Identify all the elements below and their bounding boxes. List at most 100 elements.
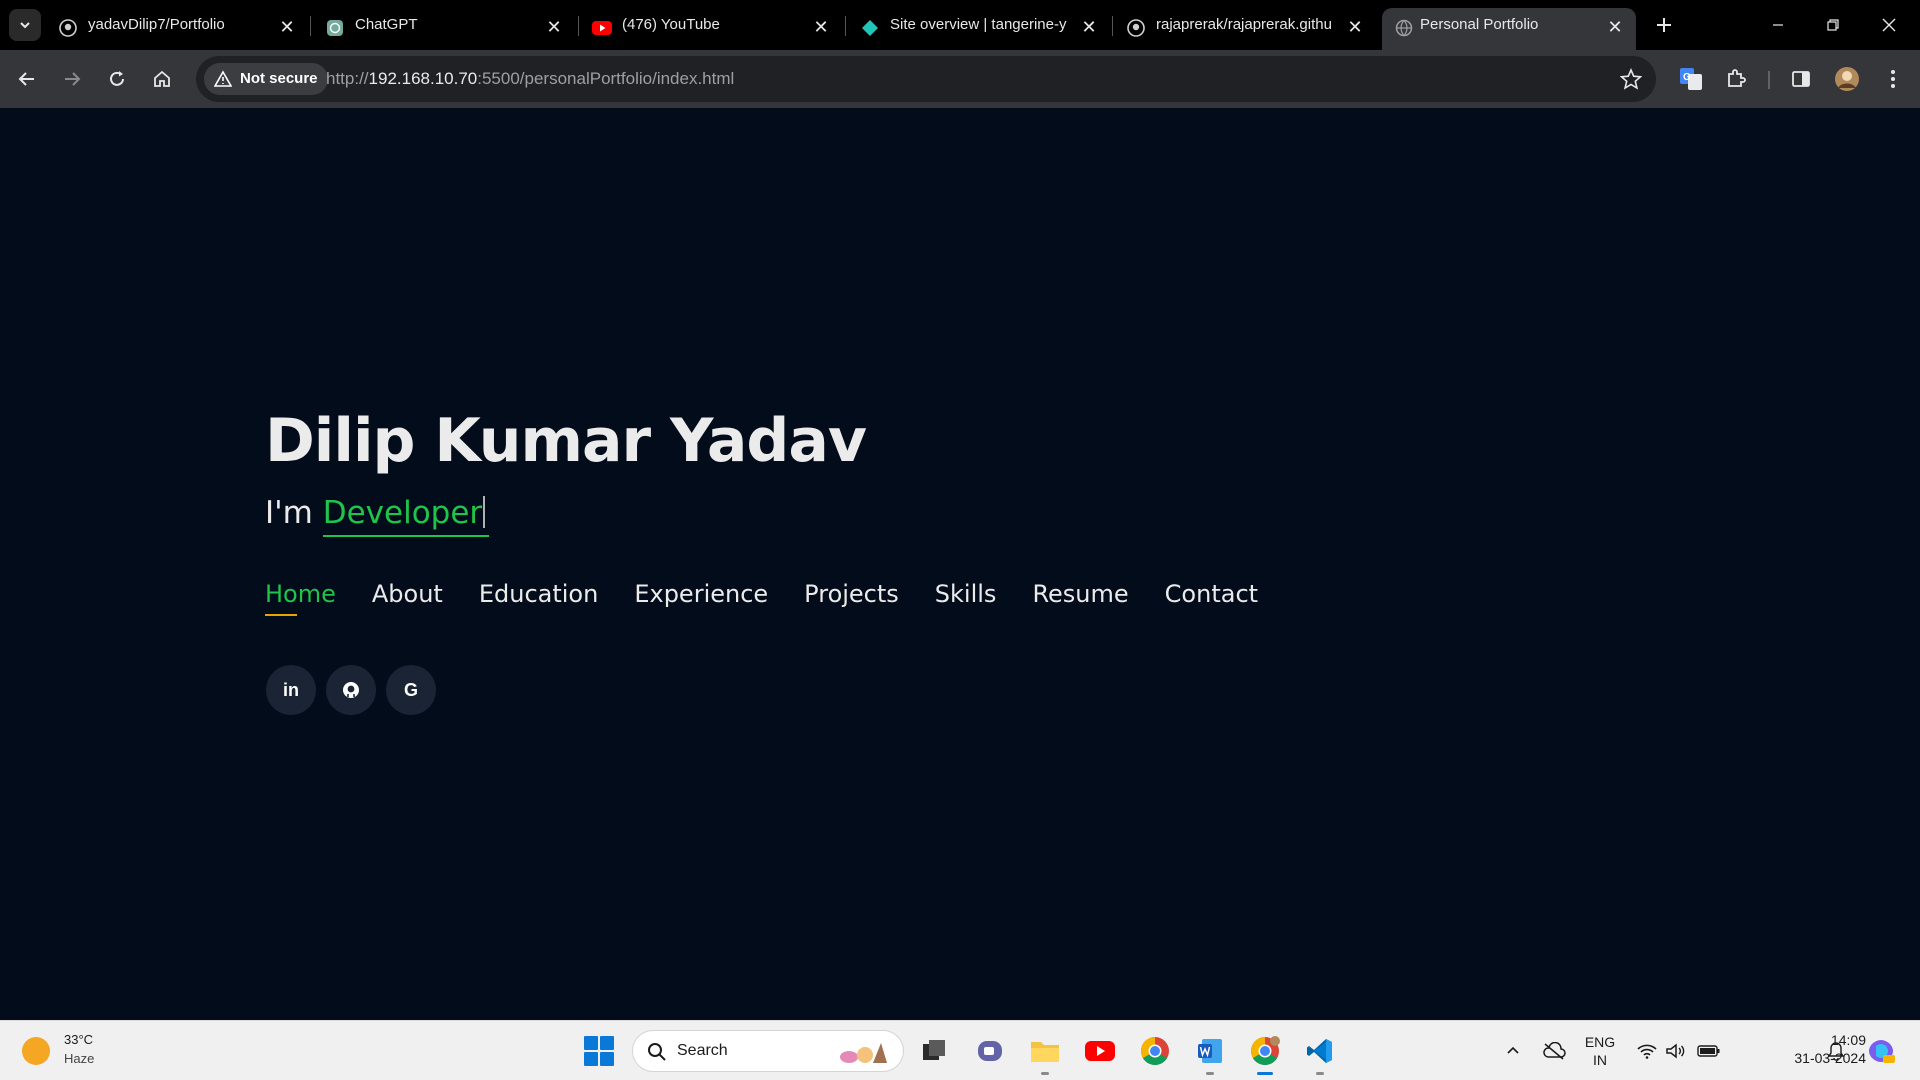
new-tab-button[interactable] bbox=[1651, 12, 1677, 38]
close-icon[interactable]: ✕ bbox=[1604, 16, 1626, 38]
typed-tagline: I'm Developer bbox=[265, 495, 490, 537]
side-panel-button[interactable] bbox=[1787, 65, 1815, 93]
globe-icon bbox=[1394, 18, 1414, 38]
copilot-button[interactable] bbox=[1863, 1021, 1899, 1080]
onedrive-button[interactable] bbox=[1539, 1021, 1569, 1080]
language-code: ENG bbox=[1584, 1034, 1616, 1050]
security-label: Not secure bbox=[240, 70, 318, 87]
home-button[interactable] bbox=[144, 61, 180, 97]
teams-icon bbox=[978, 1041, 1002, 1061]
tagline-prefix: I'm bbox=[265, 495, 313, 531]
home-icon bbox=[154, 70, 170, 87]
svg-text:G: G bbox=[1683, 72, 1691, 83]
teams-chat-button[interactable] bbox=[972, 1033, 1008, 1069]
copilot-icon bbox=[1869, 1040, 1895, 1063]
back-button[interactable] bbox=[9, 61, 45, 97]
tab-title: rajaprerak/rajaprerak.githu bbox=[1156, 16, 1332, 33]
wifi-status[interactable] bbox=[1634, 1021, 1660, 1080]
windows-logo-tile bbox=[584, 1036, 598, 1050]
bookmark-star-icon[interactable] bbox=[1620, 68, 1642, 90]
google-translate-button[interactable]: G bbox=[1677, 65, 1705, 93]
nav-skills[interactable]: Skills bbox=[935, 580, 997, 616]
netlify-icon bbox=[860, 18, 880, 38]
tab-2[interactable]: ChatGPT ✕ bbox=[325, 8, 565, 50]
battery-charging-icon bbox=[1697, 1045, 1720, 1057]
weather-widget[interactable]: 33°C Haze bbox=[22, 1031, 142, 1071]
social-links: in G bbox=[266, 665, 436, 715]
chrome-app-button[interactable] bbox=[1137, 1033, 1173, 1069]
windows-logo-tile bbox=[600, 1052, 614, 1066]
restore-button[interactable] bbox=[1810, 8, 1856, 42]
nav-resume[interactable]: Resume bbox=[1032, 580, 1128, 616]
task-view-button[interactable] bbox=[916, 1033, 952, 1069]
tab-strip: yadavDilip7/Portfolio ✕ ChatGPT ✕ (476) … bbox=[0, 0, 1920, 50]
minimize-button[interactable] bbox=[1755, 8, 1801, 42]
youtube-icon bbox=[1085, 1041, 1115, 1061]
youtube-app-button[interactable] bbox=[1082, 1033, 1118, 1069]
language-indicator[interactable]: ENG IN bbox=[1582, 1033, 1618, 1069]
close-icon[interactable]: ✕ bbox=[1078, 16, 1100, 38]
nav-experience[interactable]: Experience bbox=[634, 580, 768, 616]
nav-about[interactable]: About bbox=[372, 580, 443, 616]
chrome-profile-app-button[interactable] bbox=[1247, 1033, 1283, 1075]
nav-education[interactable]: Education bbox=[479, 580, 598, 616]
volume-icon bbox=[1666, 1043, 1685, 1059]
site-security-chip[interactable]: Not secure bbox=[204, 63, 328, 95]
file-explorer-button[interactable] bbox=[1027, 1033, 1063, 1075]
address-bar[interactable]: Not secure http://192.168.10.70:5500/per… bbox=[196, 56, 1656, 102]
tab-title: (476) YouTube bbox=[622, 16, 720, 33]
close-icon[interactable]: ✕ bbox=[276, 16, 298, 38]
taskbar-search[interactable]: Search bbox=[632, 1030, 904, 1072]
search-label: Search bbox=[677, 1042, 728, 1059]
word-app-button[interactable] bbox=[1192, 1033, 1228, 1075]
url-text[interactable]: http://192.168.10.70:5500/personalPortfo… bbox=[326, 56, 734, 102]
tab-title: Site overview | tangerine-y bbox=[890, 16, 1067, 33]
nav-contact[interactable]: Contact bbox=[1165, 580, 1258, 616]
close-icon[interactable]: ✕ bbox=[1344, 16, 1366, 38]
volume-status[interactable] bbox=[1662, 1021, 1688, 1080]
google-button[interactable]: G bbox=[386, 665, 436, 715]
windows-logo-tile bbox=[584, 1052, 598, 1066]
restore-icon bbox=[1827, 19, 1839, 31]
tab-title: Personal Portfolio bbox=[1420, 16, 1539, 33]
vscode-app-button[interactable] bbox=[1302, 1033, 1338, 1075]
battery-status[interactable] bbox=[1694, 1021, 1724, 1080]
google-icon: G bbox=[403, 679, 418, 700]
reload-button[interactable] bbox=[99, 61, 135, 97]
tab-title: yadavDilip7/Portfolio bbox=[88, 16, 225, 33]
running-indicator bbox=[1041, 1072, 1049, 1075]
tab-1[interactable]: yadavDilip7/Portfolio ✕ bbox=[58, 8, 298, 50]
notifications-button[interactable] bbox=[1823, 1021, 1849, 1080]
tab-search-button[interactable] bbox=[9, 9, 41, 41]
profile-avatar[interactable] bbox=[1833, 65, 1861, 93]
forward-button[interactable] bbox=[54, 61, 90, 97]
close-icon[interactable]: ✕ bbox=[543, 16, 565, 38]
github-button[interactable] bbox=[326, 665, 376, 715]
url-scheme: http:// bbox=[326, 69, 369, 88]
chrome-menu-button[interactable] bbox=[1879, 65, 1907, 93]
github-icon bbox=[58, 18, 78, 38]
linkedin-button[interactable]: in bbox=[266, 665, 316, 715]
extensions-button[interactable] bbox=[1722, 65, 1750, 93]
tab-5[interactable]: rajaprerak/rajaprerak.githu ✕ bbox=[1126, 8, 1366, 50]
arrow-right-icon bbox=[65, 72, 81, 86]
vscode-icon bbox=[1307, 1039, 1332, 1063]
translate-icon: G bbox=[1680, 68, 1702, 90]
url-path: :5500/personalPortfolio/index.html bbox=[477, 69, 735, 88]
arrow-left-icon bbox=[18, 72, 34, 86]
running-indicator bbox=[1316, 1072, 1324, 1075]
tab-separator bbox=[845, 16, 846, 36]
close-icon[interactable]: ✕ bbox=[810, 16, 832, 38]
tab-4[interactable]: Site overview | tangerine-y ✕ bbox=[860, 8, 1100, 50]
tab-3[interactable]: (476) YouTube ✕ bbox=[592, 8, 832, 50]
wifi-icon bbox=[1637, 1044, 1657, 1059]
show-hidden-icons-button[interactable] bbox=[1500, 1021, 1526, 1080]
tab-6-active[interactable]: Personal Portfolio ✕ bbox=[1382, 8, 1636, 50]
task-view-icon bbox=[923, 1040, 945, 1060]
close-window-button[interactable] bbox=[1866, 8, 1912, 42]
nav-projects[interactable]: Projects bbox=[804, 580, 899, 616]
windows-taskbar: 33°C Haze Search ENG IN 14:09 31-03-2024 bbox=[0, 1020, 1920, 1080]
start-button[interactable] bbox=[584, 1036, 614, 1066]
nav-home[interactable]: Home bbox=[265, 580, 336, 616]
typed-word-text: Developer bbox=[322, 495, 483, 531]
